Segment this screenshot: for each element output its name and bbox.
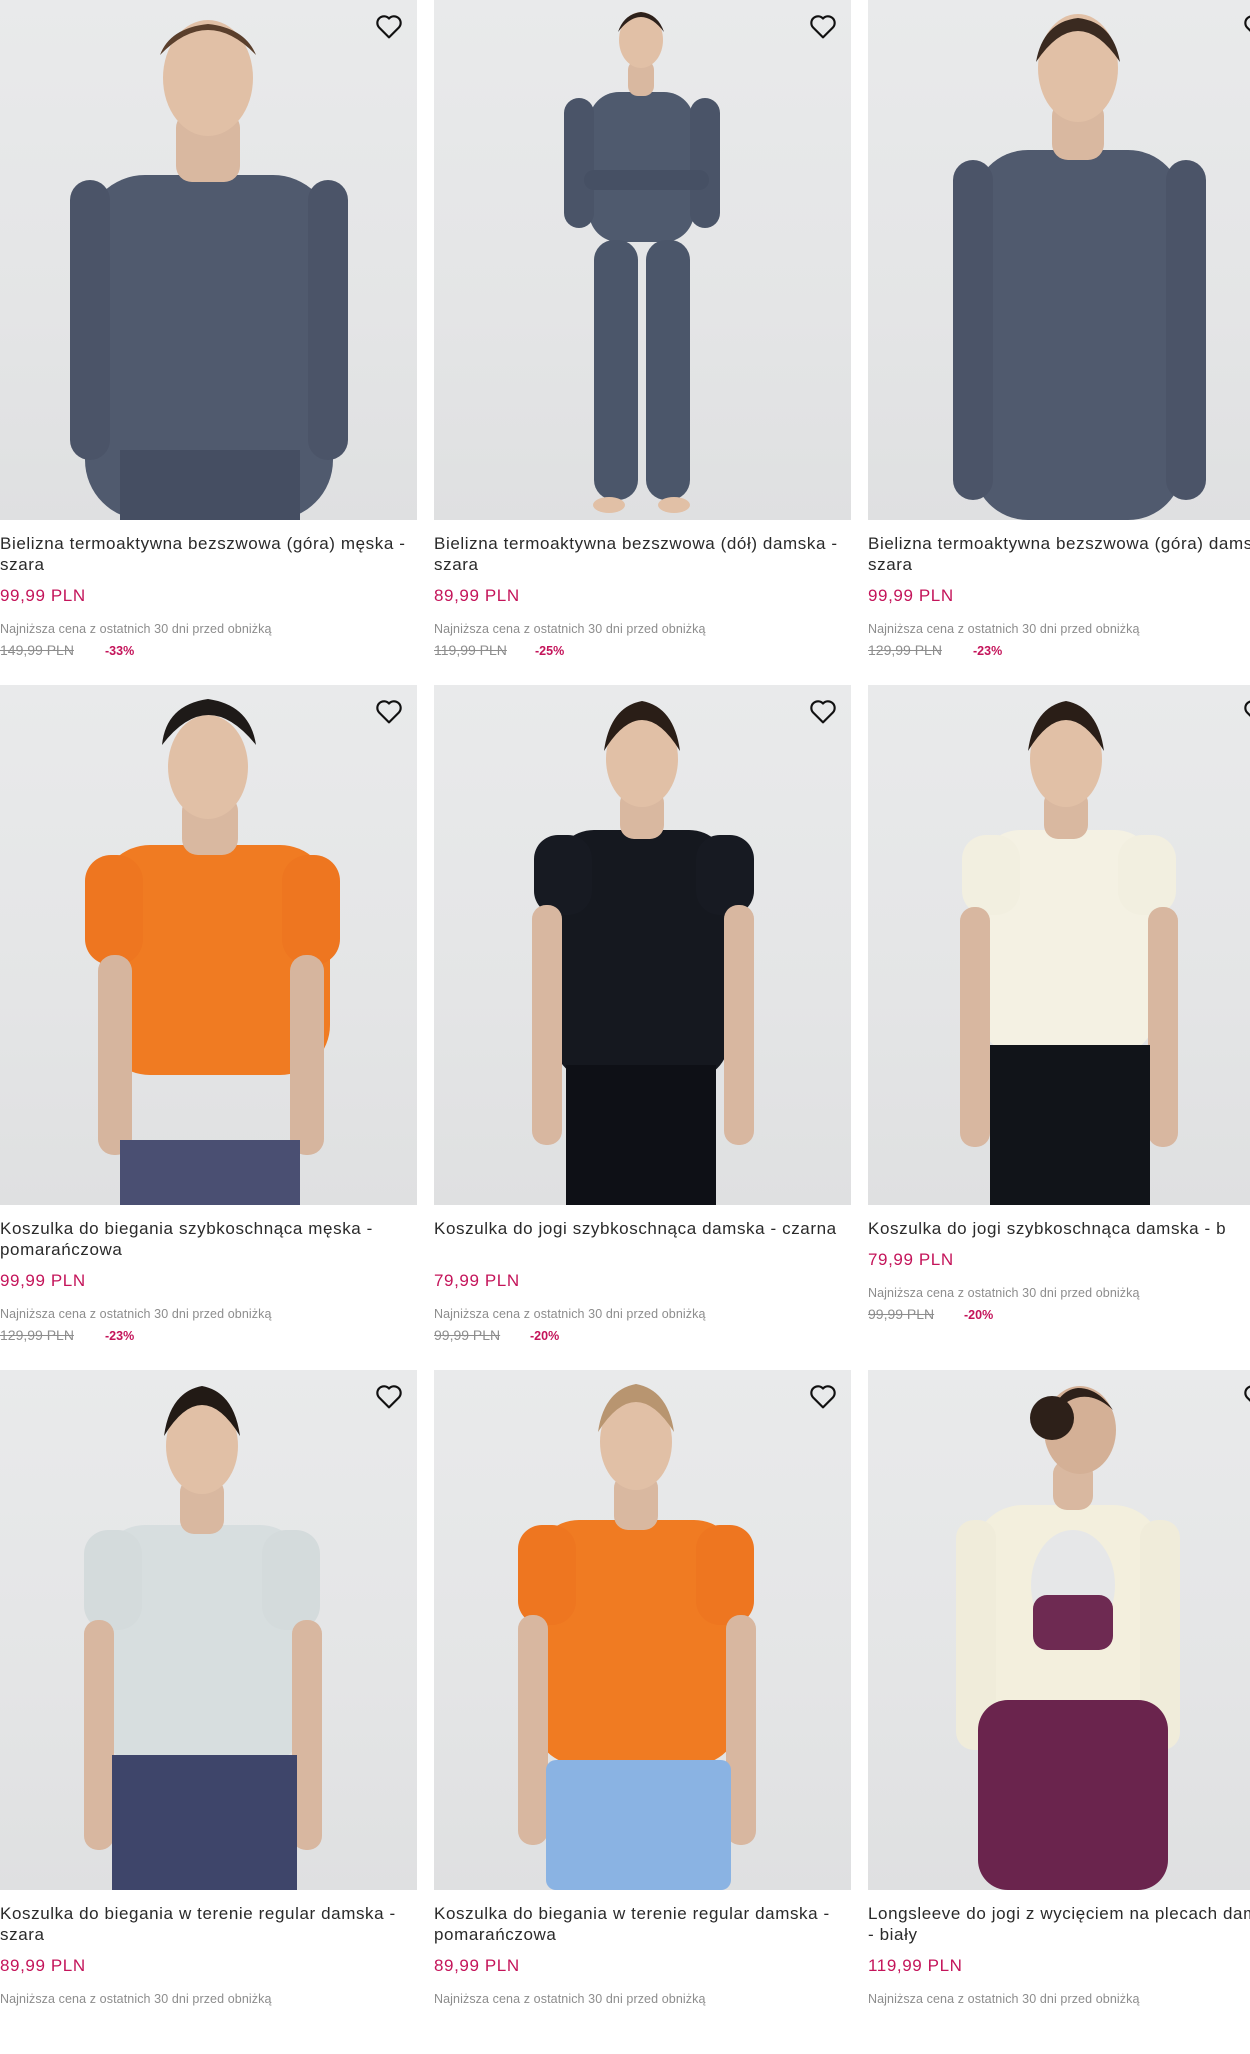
discount-badge: -33% <box>105 644 135 658</box>
heart-outline-icon <box>1244 700 1250 717</box>
old-price: 129,99 PLN <box>868 642 942 658</box>
old-price: 129,99 PLN <box>0 1327 74 1343</box>
old-price: 119,99 PLN <box>434 642 507 658</box>
product-image[interactable] <box>868 0 1250 520</box>
old-price: 99,99 PLN <box>868 1306 935 1322</box>
product-price: 79,99 PLN <box>434 1271 520 1290</box>
wishlist-button[interactable] <box>373 1380 409 1416</box>
product-card[interactable]: Bielizna termoaktywna bezszwowa (góra) d… <box>868 0 1250 684</box>
product-image[interactable] <box>868 685 1250 1205</box>
wishlist-button[interactable] <box>807 10 843 46</box>
product-title[interactable]: Longsleeve do jogi z wycięciem na plecac… <box>868 1903 1250 1945</box>
discount-badge: -23% <box>105 1329 135 1343</box>
product-price: 79,99 PLN <box>868 1250 954 1269</box>
old-price: 149,99 PLN <box>0 642 74 658</box>
product-card[interactable]: Koszulka do biegania w terenie regular d… <box>0 1370 417 2054</box>
product-image[interactable] <box>434 1370 851 1890</box>
discount-badge: -20% <box>530 1329 560 1343</box>
old-price: 99,99 PLN <box>434 1327 501 1343</box>
product-card[interactable]: Koszulka do jogi szybkoschnąca damska - … <box>434 685 851 1369</box>
heart-outline-icon <box>810 1385 836 1409</box>
wishlist-button[interactable] <box>807 695 843 731</box>
product-price: 99,99 PLN <box>868 586 954 605</box>
product-image[interactable] <box>868 1370 1250 1890</box>
product-image[interactable] <box>434 0 851 520</box>
lowest-price-label: Najniższa cena z ostatnich 30 dni przed … <box>0 1992 272 2006</box>
product-title[interactable]: Bielizna termoaktywna bezszwowa (dół) da… <box>434 533 854 575</box>
discount-badge: -25% <box>535 644 565 658</box>
wishlist-button[interactable] <box>807 1380 843 1416</box>
product-title[interactable]: Bielizna termoaktywna bezszwowa (góra) m… <box>0 533 420 575</box>
lowest-price-label: Najniższa cena z ostatnich 30 dni przed … <box>868 1992 1140 2006</box>
product-price: 89,99 PLN <box>434 1956 520 1975</box>
discount-badge: -20% <box>964 1308 994 1322</box>
lowest-price-label: Najniższa cena z ostatnich 30 dni przed … <box>0 1307 272 1321</box>
wishlist-button[interactable] <box>373 10 409 46</box>
lowest-price-label: Najniższa cena z ostatnich 30 dni przed … <box>868 1286 1140 1300</box>
heart-outline-icon <box>376 700 402 724</box>
product-image[interactable] <box>434 685 851 1205</box>
heart-outline-icon <box>810 700 836 724</box>
product-price: 99,99 PLN <box>0 586 86 605</box>
product-title[interactable]: Koszulka do biegania w terenie regular d… <box>0 1903 420 1945</box>
wishlist-button[interactable] <box>1241 695 1250 731</box>
product-grid: Bielizna termoaktywna bezszwowa (góra) m… <box>0 0 1250 2014</box>
product-title[interactable]: Koszulka do jogi szybkoschnąca damska - … <box>434 1218 854 1239</box>
product-price: 119,99 PLN <box>868 1956 963 1975</box>
product-card[interactable]: Koszulka do biegania w terenie regular d… <box>434 1370 851 2054</box>
product-title[interactable]: Bielizna termoaktywna bezszwowa (góra) d… <box>868 533 1250 575</box>
heart-outline-icon <box>1244 1385 1250 1402</box>
product-card[interactable]: Bielizna termoaktywna bezszwowa (góra) m… <box>0 0 417 684</box>
product-price: 89,99 PLN <box>0 1956 86 1975</box>
wishlist-button[interactable] <box>1241 1380 1250 1416</box>
product-image[interactable] <box>0 685 417 1205</box>
heart-outline-icon <box>376 1385 402 1409</box>
product-card[interactable]: Koszulka do biegania szybkoschnąca męska… <box>0 685 417 1369</box>
lowest-price-label: Najniższa cena z ostatnich 30 dni przed … <box>0 622 272 636</box>
wishlist-button[interactable] <box>373 695 409 731</box>
product-card[interactable]: Koszulka do jogi szybkoschnąca damska - … <box>868 685 1250 1369</box>
product-image[interactable] <box>0 1370 417 1890</box>
product-price: 89,99 PLN <box>434 586 520 605</box>
product-title[interactable]: Koszulka do biegania szybkoschnąca męska… <box>0 1218 420 1260</box>
product-card[interactable]: Bielizna termoaktywna bezszwowa (dół) da… <box>434 0 851 684</box>
product-title[interactable]: Koszulka do jogi szybkoschnąca damska - … <box>868 1218 1250 1239</box>
discount-badge: -23% <box>973 644 1003 658</box>
lowest-price-label: Najniższa cena z ostatnich 30 dni przed … <box>868 622 1140 636</box>
lowest-price-label: Najniższa cena z ostatnich 30 dni przed … <box>434 1992 706 2006</box>
product-price: 99,99 PLN <box>0 1271 86 1290</box>
heart-outline-icon <box>810 15 836 39</box>
lowest-price-label: Najniższa cena z ostatnich 30 dni przed … <box>434 622 706 636</box>
lowest-price-label: Najniższa cena z ostatnich 30 dni przed … <box>434 1307 706 1321</box>
product-card[interactable]: Longsleeve do jogi z wycięciem na plecac… <box>868 1370 1250 2054</box>
wishlist-button[interactable] <box>1241 10 1250 46</box>
product-title[interactable]: Koszulka do biegania w terenie regular d… <box>434 1903 854 1945</box>
product-image[interactable] <box>0 0 417 520</box>
heart-outline-icon <box>1244 15 1250 32</box>
heart-outline-icon <box>376 15 402 39</box>
